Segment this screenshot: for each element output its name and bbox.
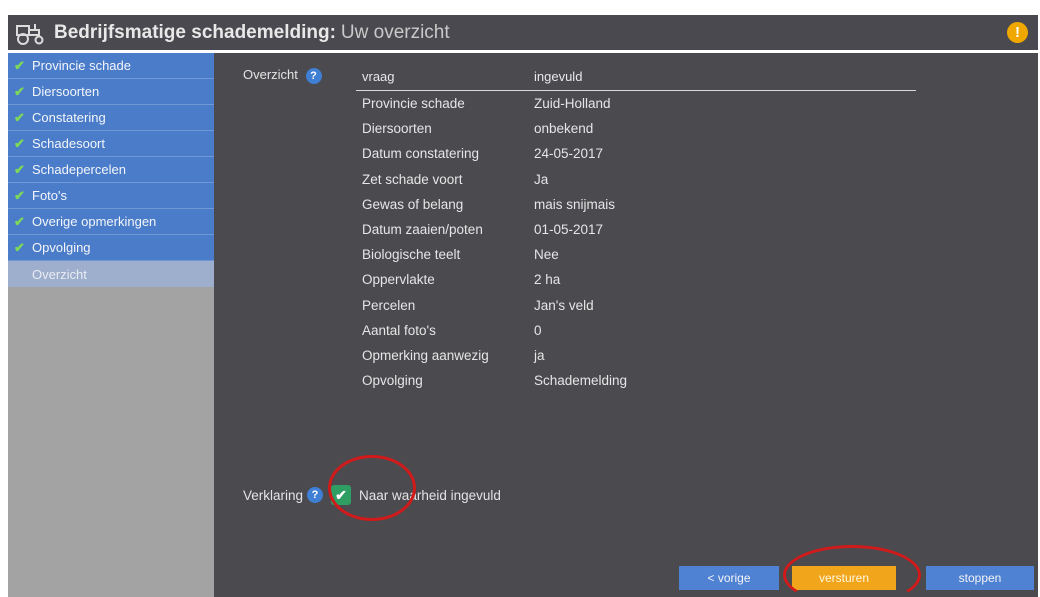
row-answer: Schademelding xyxy=(534,373,628,389)
sidebar-item-provincie-schade[interactable]: ✔ Provincie schade xyxy=(8,53,214,79)
sidebar-item-schadesoort[interactable]: ✔ Schadesoort xyxy=(8,131,214,157)
stop-button[interactable]: stoppen xyxy=(926,566,1034,590)
table-row: Zet schade voort Ja xyxy=(356,167,916,192)
overview-table: vraag ingevuld Provincie schade Zuid-Holl… xyxy=(356,63,916,393)
row-question: Percelen xyxy=(362,297,416,313)
table-row: Datum zaaien/poten 01-05-2017 xyxy=(356,217,916,242)
checkmark-icon: ✔ xyxy=(14,187,25,203)
sidebar-item-label: Schadesoort xyxy=(32,136,105,151)
row-question: Gewas of belang xyxy=(362,196,464,212)
help-icon[interactable]: ? xyxy=(305,67,322,84)
row-answer: 01-05-2017 xyxy=(534,222,604,238)
checkmark-icon: ✔ xyxy=(14,135,25,151)
row-question: Oppervlakte xyxy=(362,272,435,288)
tractor-icon xyxy=(8,15,54,50)
checkmark-icon: ✔ xyxy=(14,109,25,125)
sidebar-item-label: Constatering xyxy=(32,110,106,125)
row-answer: onbekend xyxy=(534,121,594,137)
sidebar-item-schadepercelen[interactable]: ✔ Schadepercelen xyxy=(8,157,214,183)
row-question: Provincie schade xyxy=(362,96,465,112)
row-answer: mais snijmais xyxy=(534,196,616,212)
row-question: Aantal foto's xyxy=(362,322,436,338)
table-row: Opvolging Schademelding xyxy=(356,368,916,393)
table-row: Aantal foto's 0 xyxy=(356,318,916,343)
page-subtitle: Uw overzicht xyxy=(340,21,450,43)
row-answer: Nee xyxy=(534,247,559,263)
sidebar-item-label: Overige opmerkingen xyxy=(32,214,157,229)
row-answer: Ja xyxy=(534,171,549,187)
table-row: Opmerking aanwezig ja xyxy=(356,343,916,368)
row-answer: 24-05-2017 xyxy=(534,146,604,162)
table-row: Oppervlakte 2 ha xyxy=(356,267,916,292)
sidebar-item-label: Diersoorten xyxy=(32,84,100,99)
table-row: Provincie schade Zuid-Holland xyxy=(356,91,916,116)
row-answer: ja xyxy=(534,347,545,363)
help-icon[interactable]: ? xyxy=(307,487,324,503)
truthful-checkbox[interactable]: ✔ xyxy=(331,485,352,505)
sidebar-item-overige-opmerkingen[interactable]: ✔ Overige opmerkingen xyxy=(8,209,214,235)
sidebar-item-diersoorten[interactable]: ✔ Diersoorten xyxy=(8,79,214,105)
table-row: Percelen Jan's veld xyxy=(356,293,916,318)
row-question: Datum constatering xyxy=(362,146,480,162)
column-header-question: vraag xyxy=(362,69,395,84)
sidebar-item-label: Provincie schade xyxy=(32,58,131,73)
declaration-row: Verklaring ? ✔ Naar waarheid ingevuld xyxy=(243,485,501,505)
row-question: Zet schade voort xyxy=(362,171,463,187)
table-row: Datum constatering 24-05-2017 xyxy=(356,141,916,166)
row-question: Datum zaaien/poten xyxy=(362,222,483,238)
checkmark-icon: ✔ xyxy=(14,57,25,73)
checkmark-icon: ✔ xyxy=(14,239,25,255)
row-question: Opmerking aanwezig xyxy=(362,347,489,363)
sidebar: ✔ Provincie schade ✔ Diersoorten ✔ Const… xyxy=(8,53,223,597)
submit-button[interactable]: versturen xyxy=(792,566,896,590)
sidebar-item-label: Overzicht xyxy=(32,266,87,282)
row-answer: Jan's veld xyxy=(534,297,594,313)
checkmark-icon: ✔ xyxy=(14,83,25,99)
checkmark-icon: ✔ xyxy=(14,161,25,177)
table-row: Diersoorten onbekend xyxy=(356,116,916,141)
row-question: Diersoorten xyxy=(362,121,432,137)
declaration-text: Naar waarheid ingevuld xyxy=(359,487,501,503)
warning-icon[interactable]: ! xyxy=(1007,22,1028,43)
row-answer: Zuid-Holland xyxy=(534,96,611,112)
row-answer: 2 ha xyxy=(534,272,561,288)
table-header: vraag ingevuld xyxy=(356,63,916,91)
row-question: Opvolging xyxy=(362,373,423,389)
app-header: Bedrijfsmatige schademelding: Uw overzic… xyxy=(8,15,1038,50)
sidebar-item-constatering[interactable]: ✔ Constatering xyxy=(8,105,214,131)
sidebar-item-label: Opvolging xyxy=(32,240,91,255)
sidebar-item-label: Foto's xyxy=(32,188,67,203)
sidebar-item-label: Schadepercelen xyxy=(32,162,126,177)
table-row: Biologische teelt Nee xyxy=(356,242,916,267)
row-question: Biologische teelt xyxy=(362,247,461,263)
page-title: Bedrijfsmatige schademelding: xyxy=(54,21,336,43)
overview-label-text: Overzicht xyxy=(243,67,298,82)
previous-button[interactable]: < vorige xyxy=(679,566,779,590)
sidebar-item-overzicht[interactable]: Overzicht xyxy=(8,261,214,287)
row-answer: 0 xyxy=(534,322,542,338)
checkmark-icon: ✔ xyxy=(14,213,25,229)
overview-label: Overzicht ? xyxy=(243,67,322,84)
declaration-label: Verklaring xyxy=(243,487,304,503)
table-row: Gewas of belang mais snijmais xyxy=(356,192,916,217)
column-header-answer: ingevuld xyxy=(534,69,583,84)
sidebar-item-fotos[interactable]: ✔ Foto's xyxy=(8,183,214,209)
main-panel: Overzicht ? vraag ingevuld Provincie sch… xyxy=(214,53,1038,597)
sidebar-item-opvolging[interactable]: ✔ Opvolging xyxy=(8,235,214,261)
